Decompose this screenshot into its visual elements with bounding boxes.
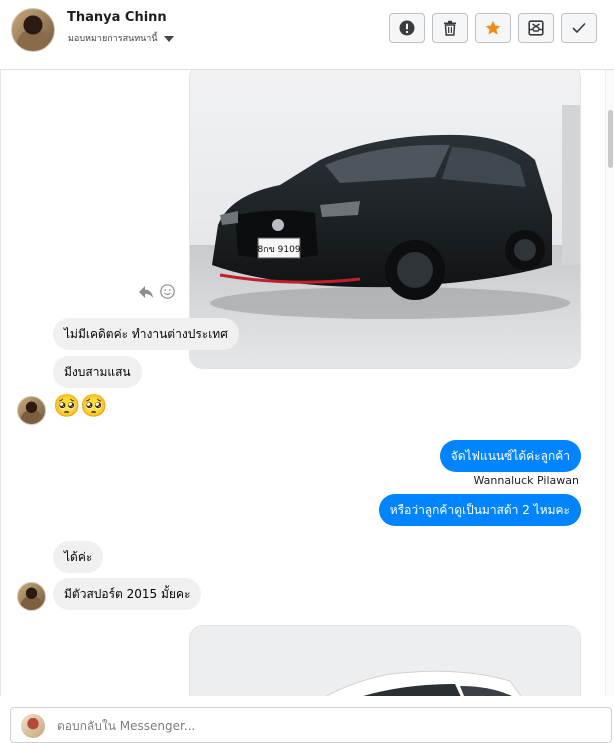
page-avatar [21, 714, 45, 738]
star-button[interactable] [475, 13, 511, 43]
header-actions [389, 13, 597, 43]
reply-composer[interactable] [10, 707, 612, 743]
car-photo [190, 626, 580, 696]
incoming-message[interactable]: มีงบสามแสน [53, 356, 142, 388]
mark-done-button[interactable] [561, 13, 597, 43]
incoming-message[interactable]: ได้ค่ะ [53, 541, 104, 573]
contact-name[interactable]: Thanya Chinn [67, 10, 167, 25]
license-plate-text: 8กข 9109 [257, 245, 300, 255]
contact-avatar-small[interactable] [17, 396, 46, 425]
outgoing-message[interactable]: จัดไฟแนนซ์ได้ค่ะลูกค้า [439, 440, 581, 472]
assign-conversation-dropdown[interactable]: มอบหมายการสนทนานี้ [68, 31, 174, 45]
report-spam-button[interactable] [389, 13, 425, 43]
assign-conversation-label: มอบหมายการสนทนานี้ [68, 34, 158, 44]
incoming-message[interactable]: ไม่มีเคดิตค่ะ ทำงานต่างประเทศ [53, 318, 239, 350]
reply-icon[interactable] [138, 285, 154, 299]
archive-icon [528, 20, 544, 36]
archive-button[interactable] [518, 13, 554, 43]
contact-avatar-small[interactable] [17, 582, 46, 611]
message-input[interactable] [55, 716, 579, 736]
sender-name: Wannaluck Pilawan [473, 474, 580, 487]
car-photo-attachment[interactable]: 8กข 9109 [189, 70, 581, 369]
exclamation-circle-icon [399, 20, 415, 36]
incoming-message[interactable]: มีตัวสปอร์ต 2015 มั้ยคะ [53, 578, 202, 610]
caret-down-icon [163, 35, 174, 42]
star-icon [485, 20, 501, 35]
message-thread[interactable]: 8กข 9109 ไม่มีเคดิตค่ะ ทำงานต่างประเทศ ม… [0, 70, 614, 696]
scrollbar-thumb[interactable] [608, 110, 613, 168]
smiley-icon[interactable] [160, 284, 175, 299]
contact-avatar[interactable] [11, 8, 55, 52]
car-photo: 8กข 9109 [190, 70, 580, 368]
panel-border [0, 70, 1, 696]
incoming-emoji-message[interactable]: 🥺🥺 [53, 394, 108, 420]
delete-button[interactable] [432, 13, 468, 43]
message-actions [138, 284, 175, 299]
outgoing-message[interactable]: หรือว่าลูกค้าดูเป็นมาสด้า 2 ไหมคะ [378, 494, 581, 526]
scrollbar[interactable] [605, 70, 614, 696]
conversation-header: Thanya Chinn มอบหมายการสนทนานี้ [0, 0, 614, 70]
trash-icon [444, 20, 456, 36]
checkmark-icon [572, 22, 586, 34]
car-photo-attachment[interactable] [189, 625, 581, 696]
